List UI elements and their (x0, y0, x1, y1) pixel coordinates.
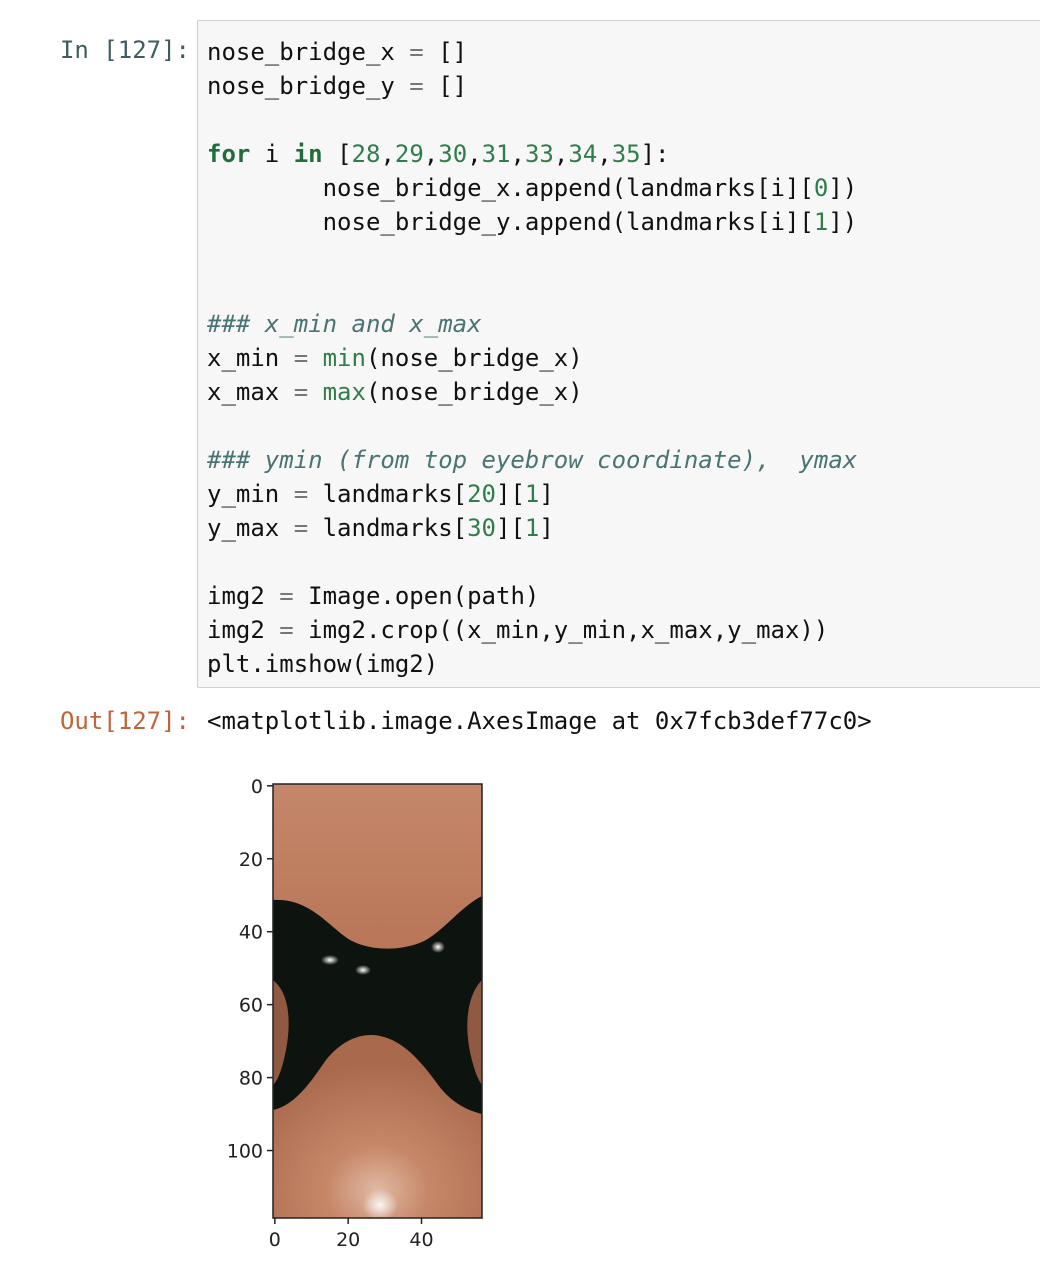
code-token: 31 (481, 140, 511, 168)
code-token: , (510, 140, 525, 168)
code-token: 1 (524, 480, 540, 508)
code-token: 29 (394, 140, 424, 168)
code-token: img2 (207, 616, 280, 644)
code-token: , (380, 140, 395, 168)
y-tick-label: 60 (239, 995, 263, 1017)
code-line: img2 = Image.open(path) (207, 582, 539, 610)
code-line: img2 = img2.crop((x_min,y_min,x_max,y_ma… (207, 616, 828, 644)
code-token: nose_bridge_x.append(landmarks[i][ (207, 174, 814, 202)
code-token: y_min (207, 480, 294, 508)
y-tick-label: 0 (251, 776, 263, 798)
code-token: ]) (828, 208, 858, 236)
code-token: 0 (813, 174, 829, 202)
code-token: , (597, 140, 612, 168)
code-token: ### ymin (from top eyebrow coordinate), … (207, 446, 858, 474)
code-token: [] (423, 72, 468, 100)
code-token: landmarks[ (308, 514, 468, 542)
code-line: ### ymin (from top eyebrow coordinate), … (207, 446, 857, 474)
code-token: ]: (640, 140, 670, 168)
code-token: nose_bridge_y (207, 72, 410, 100)
code-token: (nose_bridge_x) (365, 378, 583, 406)
code-token: = (409, 72, 424, 100)
x-tick-label: 20 (336, 1229, 360, 1251)
code-token: in (293, 140, 323, 168)
code-line: y_min = landmarks[20][1] (207, 480, 554, 508)
code-line: ### x_min and x_max (207, 310, 482, 338)
code-token: img2.crop((x_min,y_min,x_max,y_max)) (293, 616, 829, 644)
code-line: x_min = min(nose_bridge_x) (207, 344, 583, 372)
imshow-plot: 0 20 40 60 80 100 0 20 40 (227, 776, 483, 1251)
input-prompt: In [127]: (59, 36, 190, 64)
image-highlight (321, 955, 339, 965)
code-token: 30 (438, 140, 468, 168)
code-token: ### x_min and x_max (207, 310, 482, 338)
code-token: = (293, 344, 309, 372)
code-line: x_max = max(nose_bridge_x) (207, 378, 583, 406)
code-token: 35 (611, 140, 641, 168)
code-token: nose_bridge_y.append(landmarks[i][ (207, 208, 814, 236)
code-token: ]) (828, 174, 858, 202)
cropped-image (273, 784, 482, 1218)
code-token: 1 (813, 208, 829, 236)
code-token: = (293, 480, 309, 508)
code-token: ][ (496, 514, 525, 542)
code-token: ][ (496, 480, 525, 508)
code-token: ] (539, 514, 554, 542)
code-token: x_max (207, 378, 294, 406)
code-token: = (293, 378, 309, 406)
x-tick-label: 0 (269, 1229, 281, 1251)
code-line: nose_bridge_y = [] (207, 72, 467, 100)
code-token: ] (539, 480, 554, 508)
code-token: , (423, 140, 439, 168)
code-token: Image.open(path) (293, 582, 540, 610)
code-token: landmarks[ (308, 480, 468, 508)
code-token: x_min (207, 344, 294, 372)
output-prompt: Out[127]: (59, 707, 190, 735)
code-token: max (322, 378, 366, 406)
code-line: nose_bridge_x.append(landmarks[i][0]) (207, 174, 858, 202)
notebook: In [127]: nose_bridge_x = [] nose_bridge… (0, 0, 1040, 1272)
image-highlight (431, 941, 445, 953)
y-tick-label: 40 (239, 922, 263, 944)
x-tick-label: 40 (409, 1229, 433, 1251)
code-token: 28 (351, 140, 381, 168)
code-token: 33 (524, 140, 554, 168)
code-token: for (207, 140, 251, 168)
code-token: = (279, 616, 294, 644)
code-token: = (409, 38, 424, 66)
code-token: 34 (568, 140, 598, 168)
code-token: , (467, 140, 482, 168)
code-line: nose_bridge_x = [] (207, 38, 467, 66)
code-line: y_max = landmarks[30][1] (207, 514, 554, 542)
y-tick-label: 100 (227, 1141, 263, 1163)
code-token: y_max (207, 514, 294, 542)
code-token: , (553, 140, 569, 168)
code-token: [ (322, 140, 352, 168)
code-token: img2 (207, 582, 280, 610)
code-token: 30 (467, 514, 497, 542)
code-cell-input[interactable]: nose_bridge_x = [] nose_bridge_y = [] fo… (197, 20, 1040, 688)
code-token: = (293, 514, 309, 542)
code-line: nose_bridge_y.append(landmarks[i][1]) (207, 208, 858, 236)
code-editor[interactable]: nose_bridge_x = [] nose_bridge_y = [] fo… (207, 35, 857, 681)
image-highlight (362, 1189, 398, 1218)
code-token: 1 (524, 514, 540, 542)
code-token: min (322, 344, 366, 372)
code-token: [] (423, 38, 468, 66)
code-token: plt.imshow(img2) (207, 650, 439, 678)
code-token: i (250, 140, 294, 168)
code-line: plt.imshow(img2) (207, 650, 438, 678)
code-line: for i in [28,29,30,31,33,34,35]: (207, 140, 670, 168)
y-tick-label: 20 (239, 849, 263, 871)
code-token: 20 (467, 480, 497, 508)
y-tick-label: 80 (239, 1068, 263, 1090)
code-token: nose_bridge_x (207, 38, 410, 66)
output-repr: <matplotlib.image.AxesImage at 0x7fcb3de… (207, 707, 872, 735)
code-token: (nose_bridge_x) (365, 344, 583, 372)
image-highlight (355, 965, 371, 975)
code-token: = (279, 582, 294, 610)
